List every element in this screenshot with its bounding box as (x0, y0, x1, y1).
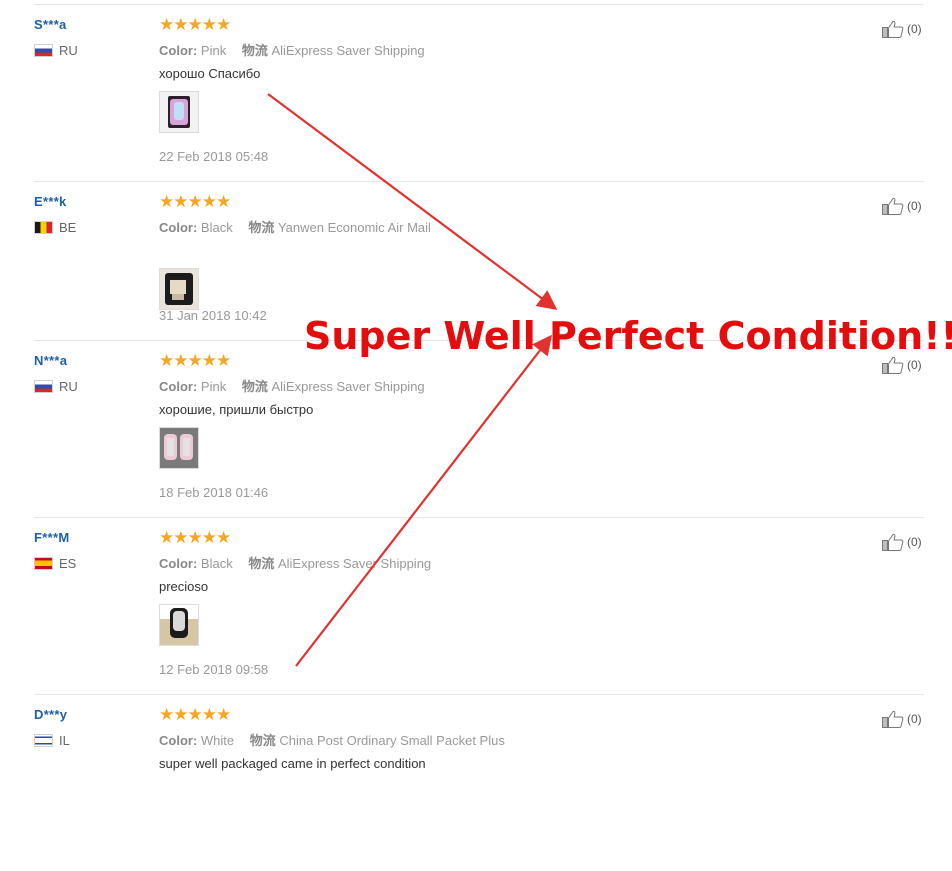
country-flag-icon (34, 557, 53, 570)
black-case-photo (160, 269, 198, 309)
country-flag-icon (34, 380, 53, 393)
annotation-banner: Super Well Perfect Condition!! (304, 314, 952, 358)
country-code: RU (59, 379, 78, 394)
order-info: Color: Black 物流 Yanwen Economic Air Mail (159, 217, 443, 236)
review-date: 18 Feb 2018 01:46 (159, 485, 269, 500)
star-rating: ★★★★★ (159, 15, 231, 34)
reviewer-name: N***a (34, 353, 68, 368)
color-label: Color: (159, 379, 198, 394)
star-rating: ★★★★★ (159, 705, 231, 724)
review-item: D***y IL ★★★★★ Color: White 物流 China Pos… (0, 694, 952, 871)
color-value: Black (200, 556, 233, 571)
shipping-label: 物流 (248, 220, 275, 235)
reviewer-country: RU (34, 379, 78, 394)
color-value: Pink (200, 43, 227, 58)
review-photo[interactable] (159, 91, 199, 133)
country-code: BE (59, 220, 77, 235)
shipping-label: 物流 (241, 379, 268, 394)
review-text: хорошие, пришли быстро (159, 402, 314, 417)
thumbs-up-icon (882, 533, 904, 551)
order-info: Color: Black 物流 AliExpress Saver Shippin… (159, 553, 443, 572)
thumbs-up-icon (882, 197, 904, 215)
order-info: Color: Pink 物流 AliExpress Saver Shipping (159, 40, 437, 59)
star-rating: ★★★★★ (159, 351, 231, 370)
review-date: 22 Feb 2018 05:48 (159, 149, 269, 164)
shipping-label: 物流 (249, 733, 276, 748)
color-label: Color: (159, 43, 198, 58)
shipping-value: Yanwen Economic Air Mail (277, 220, 431, 235)
star-rating: ★★★★★ (159, 192, 231, 211)
review-divider (34, 517, 924, 518)
shipping-value: AliExpress Saver Shipping (271, 43, 425, 58)
review-divider (34, 181, 924, 182)
shipping-label: 物流 (248, 556, 275, 571)
shipping-value: AliExpress Saver Shipping (271, 379, 425, 394)
color-label: Color: (159, 556, 198, 571)
country-code: RU (59, 43, 78, 58)
review-divider (34, 4, 924, 5)
helpful-count: (0) (907, 358, 922, 372)
country-flag-icon (34, 734, 53, 747)
country-flag-icon (34, 44, 53, 57)
review-text: super well packaged came in perfect cond… (159, 756, 426, 771)
thumbs-up-icon (882, 20, 904, 38)
pink-pair-photo (160, 428, 198, 468)
helpful-button[interactable]: (0) (882, 356, 922, 374)
reviewer-name: F***M (34, 530, 70, 545)
color-value: White (200, 733, 235, 748)
reviewer-name: D***y (34, 707, 68, 722)
reviewer-name: E***k (34, 194, 67, 209)
country-flag-icon (34, 221, 53, 234)
color-label: Color: (159, 733, 198, 748)
black-phone-photo (160, 605, 198, 645)
reviewer-country: IL (34, 733, 70, 748)
review-item: N***a RU ★★★★★ Color: Pink 物流 AliExpress… (0, 340, 952, 517)
review-date: 12 Feb 2018 09:58 (159, 662, 269, 677)
country-code: ES (59, 556, 77, 571)
order-info: Color: White 物流 China Post Ordinary Smal… (159, 730, 517, 749)
reviewer-country: RU (34, 43, 78, 58)
star-rating: ★★★★★ (159, 528, 231, 547)
review-date: 31 Jan 2018 10:42 (159, 308, 267, 323)
thumbs-up-icon (882, 710, 904, 728)
review-photo[interactable] (159, 427, 199, 469)
reviewer-name: S***a (34, 17, 67, 32)
thumbs-up-icon (882, 356, 904, 374)
shipping-value: China Post Ordinary Small Packet Plus (279, 733, 505, 748)
helpful-button[interactable]: (0) (882, 197, 922, 215)
helpful-button[interactable]: (0) (882, 533, 922, 551)
shipping-value: AliExpress Saver Shipping (277, 556, 432, 571)
helpful-count: (0) (907, 199, 922, 213)
review-item: S***a RU ★★★★★ Color: Pink 物流 AliExpress… (0, 4, 952, 181)
shipping-label: 物流 (241, 43, 268, 58)
helpful-count: (0) (907, 712, 922, 726)
country-code: IL (59, 733, 70, 748)
color-label: Color: (159, 220, 198, 235)
review-text: precioso (159, 579, 209, 594)
helpful-button[interactable]: (0) (882, 20, 922, 38)
review-photo[interactable] (159, 268, 199, 310)
helpful-count: (0) (907, 22, 922, 36)
color-value: Black (200, 220, 233, 235)
order-info: Color: Pink 物流 AliExpress Saver Shipping (159, 376, 437, 395)
review-text: хорошо Спасибо (159, 66, 261, 81)
review-photo[interactable] (159, 604, 199, 646)
pink-case-photo (160, 92, 198, 132)
helpful-button[interactable]: (0) (882, 710, 922, 728)
review-item: F***M ES ★★★★★ Color: Black 物流 AliExpres… (0, 517, 952, 694)
color-value: Pink (200, 379, 227, 394)
reviewer-country: BE (34, 220, 76, 235)
helpful-count: (0) (907, 535, 922, 549)
reviewer-country: ES (34, 556, 76, 571)
review-divider (34, 694, 924, 695)
